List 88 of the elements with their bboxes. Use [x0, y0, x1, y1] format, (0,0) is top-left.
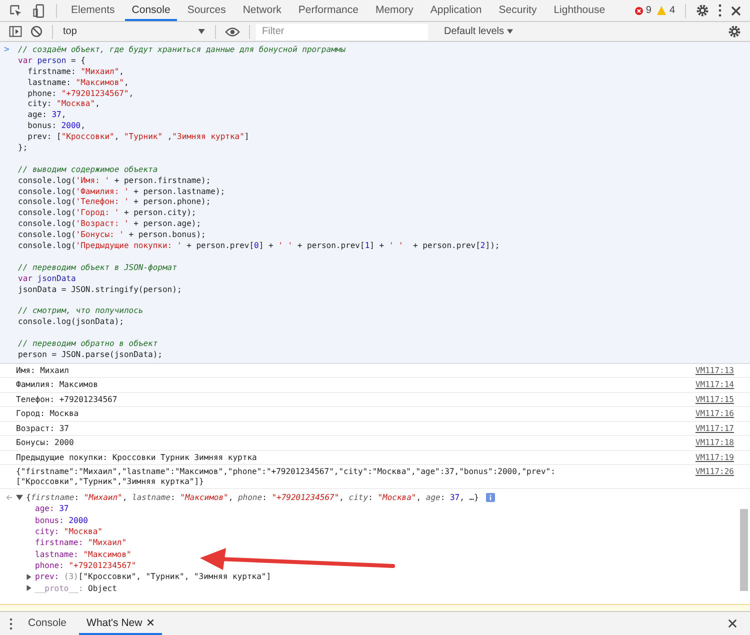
context-dropdown[interactable]: top	[59, 26, 209, 37]
source-link[interactable]: VM117:15	[695, 394, 734, 404]
code-line: console.log('Телефон: ' + person.phone);	[18, 197, 212, 208]
close-icon[interactable]	[731, 6, 741, 16]
log-message: Имя: Михаил	[16, 366, 70, 376]
expand-triangle-icon[interactable]	[16, 494, 23, 501]
clear-console-icon[interactable]	[30, 25, 43, 38]
object-preview[interactable]: {firstname: "Михаил", lastname: "Максимов", phone: "+79201234567", city: "Москва", age: 37, …}	[26, 492, 479, 502]
source-link[interactable]: VM117:16	[695, 409, 734, 419]
filter-field[interactable]: Filter	[256, 24, 428, 40]
code-line: console.log('Имя: ' + person.firstname);	[18, 176, 212, 187]
code-line: // выводим содержимое объекта	[18, 164, 159, 176]
drawer-tab[interactable]: Console	[20, 612, 75, 635]
source-link[interactable]: VM117:17	[695, 424, 734, 434]
log-message: Бонусы: 2000	[16, 438, 75, 448]
source-link[interactable]: VM117:19	[695, 452, 734, 462]
object-property: phone: "+79201234567"	[35, 560, 136, 570]
log-message: {"firstname":"Михаил","lastname":"Максимов","phone":"+79201234567","city":"Москва","age":37,"bonus":2000,"prev": ["Кроссовки","Турник","Зимняя куртка"]}	[16, 467, 556, 486]
code-line: var person = {	[18, 56, 86, 67]
panel-tab[interactable]: Lighthouse	[546, 0, 612, 21]
result-arrow-icon	[6, 494, 13, 501]
object-property: firstname: "Михаил"	[35, 538, 127, 548]
log-message: Возраст: 37	[16, 424, 70, 434]
panel-tab[interactable]: Performance	[291, 0, 366, 21]
object-property: __proto__: Object	[35, 584, 117, 593]
more-options-icon[interactable]	[718, 4, 722, 17]
error-count: 9	[646, 5, 652, 16]
close-icon[interactable]	[147, 619, 154, 626]
panel-tab[interactable]: Application	[423, 0, 489, 21]
code-line: console.log('Город: ' + person.city);	[18, 208, 198, 220]
code-line: console.log('Предыдущие покупки: ' + person.prev[0] + ' ' + person.prev[1] + ' ' + person.prev[2]);	[18, 241, 500, 252]
close-icon[interactable]	[728, 619, 737, 628]
code-line: prev: ["Кроссовки", "Турник" ,"Зимняя куртка"]	[26, 132, 250, 144]
object-property: lastname: "Максимов"	[35, 550, 132, 559]
code-line: city: "Москва",	[26, 99, 101, 110]
code-line: phone: "+79201234567",	[26, 88, 135, 100]
panel-tab[interactable]: Sources	[180, 0, 233, 21]
code-line: bonus: 2000,	[26, 121, 86, 132]
expand-triangle-icon[interactable]	[26, 585, 32, 592]
scrollbar[interactable]	[740, 509, 748, 592]
code-line: console.log('Возраст: ' + person.age);	[18, 219, 202, 230]
code-line: // переводим объект в JSON-формат	[18, 262, 178, 274]
code-line: // смотрим, что получилось	[18, 306, 144, 318]
code-line: var jsonData	[18, 274, 77, 285]
more-options-icon[interactable]	[9, 618, 13, 630]
code-line: jsonData = JSON.stringify(person);	[18, 284, 183, 296]
code-line: lastname: "Максимов",	[26, 78, 130, 89]
source-link[interactable]: VM117:13	[695, 366, 734, 376]
code-line: firstname: "Михаил",	[26, 66, 125, 78]
caret-icon	[198, 29, 205, 34]
panel-tab[interactable]: Memory	[368, 0, 420, 21]
source-link[interactable]: VM117:14	[695, 380, 734, 390]
inspect-icon[interactable]	[9, 4, 23, 18]
settings-icon[interactable]	[696, 4, 709, 17]
eye-icon[interactable]	[225, 26, 240, 36]
source-link[interactable]: VM117:26	[695, 467, 734, 486]
sidebar-toggle-icon[interactable]	[9, 25, 22, 38]
log-levels-dropdown[interactable]: Default levels	[438, 25, 520, 38]
panel-tab[interactable]: Security	[492, 0, 544, 21]
code-line: // переводим обратно в объект	[18, 339, 159, 350]
drawer-tab[interactable]: What's New	[78, 612, 162, 635]
log-message: Телефон: +79201234567	[16, 394, 118, 404]
panel-tab[interactable]: Network	[236, 0, 288, 21]
code-line: // создаём объект, где будут храниться данные для бонусной программы	[18, 45, 347, 56]
warning-icon	[657, 6, 666, 15]
object-property: prev: (3)["Кроссовки", "Турник", "Зимняя куртка"]	[35, 572, 272, 582]
prompt-icon: >	[0, 45, 18, 361]
expand-triangle-icon[interactable]	[26, 574, 32, 580]
code-line: console.log(jsonData);	[18, 317, 125, 328]
code-line: person = JSON.parse(jsonData);	[18, 350, 164, 361]
info-icon[interactable]	[486, 492, 495, 502]
panel-tab[interactable]: Elements	[64, 0, 122, 21]
error-icon	[634, 6, 643, 14]
log-message: Фамилия: Максимов	[16, 380, 99, 390]
object-property: age: 37	[35, 504, 69, 514]
log-message: Город: Москва	[16, 409, 80, 419]
code-line: };	[18, 143, 29, 154]
caret-icon	[507, 29, 514, 34]
code-line: console.log('Фамилия: ' + person.lastname);	[18, 186, 226, 198]
code-line: age: 37,	[26, 110, 68, 122]
settings-icon[interactable]	[728, 25, 741, 38]
object-property: city: "Москва"	[35, 527, 102, 536]
code-line: console.log('Бонусы: ' + person.bonus);	[18, 230, 207, 242]
source-link[interactable]: VM117:18	[695, 438, 734, 448]
object-property: bonus: 2000	[35, 516, 88, 525]
warning-count: 4	[669, 5, 675, 16]
log-message: Предыдущие покупки: Кроссовки Турник Зимняя куртка	[16, 452, 258, 462]
device-icon[interactable]	[32, 4, 46, 18]
